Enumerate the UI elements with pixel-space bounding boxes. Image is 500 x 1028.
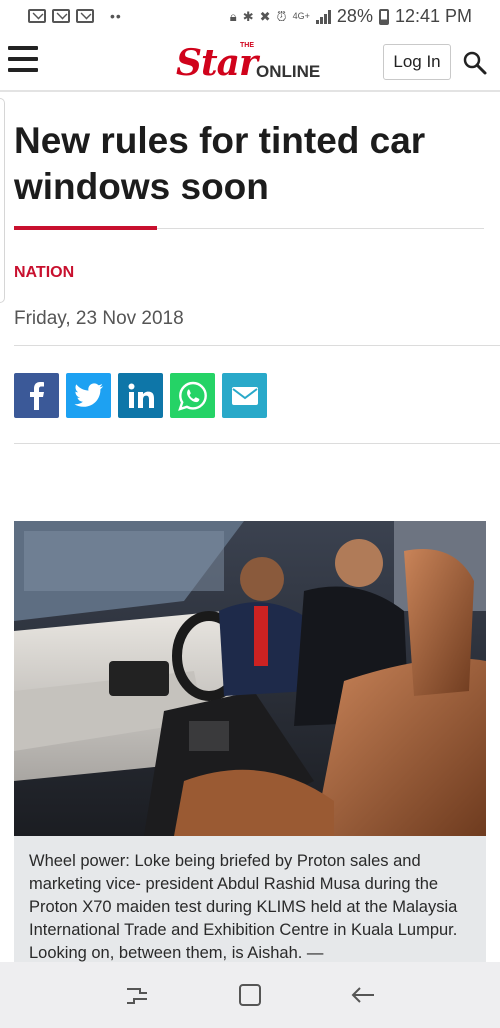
more-notifications-icon: •• <box>110 8 122 24</box>
email-notification-icon <box>52 9 70 23</box>
search-icon[interactable] <box>462 50 488 76</box>
mute-icon: ✖ <box>259 8 271 24</box>
car-interior-photo <box>14 521 486 836</box>
side-drawer-handle[interactable] <box>0 98 5 303</box>
site-logo[interactable]: THE Star ONLINE <box>176 40 326 86</box>
photo-caption: Wheel power: Loke being briefed by Proto… <box>14 836 486 964</box>
network-type: 4G+ <box>292 11 310 21</box>
email-icon <box>231 386 258 405</box>
logo-online-text: ONLINE <box>256 62 321 81</box>
notification-icons: •• <box>28 8 122 24</box>
recent-apps-icon[interactable] <box>122 980 152 1010</box>
lock-icon: 🔒︎ <box>229 8 237 24</box>
facebook-share-button[interactable] <box>14 373 59 418</box>
status-bar: •• 🔒︎ ✱ ✖ ⏰︎ 4G+ 28% 12:41 PM <box>0 0 500 34</box>
system-indicators: 🔒︎ ✱ ✖ ⏰︎ 4G+ 28% 12:41 PM <box>230 6 472 27</box>
divider <box>14 443 500 444</box>
battery-icon <box>378 8 389 25</box>
site-header: THE Star ONLINE Log In <box>0 34 500 92</box>
email-share-button[interactable] <box>222 373 267 418</box>
home-icon[interactable] <box>235 980 265 1010</box>
headline-accent-bar <box>14 226 157 230</box>
whatsapp-share-button[interactable] <box>170 373 215 418</box>
share-buttons <box>14 373 267 418</box>
login-button[interactable]: Log In <box>383 44 451 80</box>
twitter-share-button[interactable] <box>66 373 111 418</box>
section-label[interactable]: NATION <box>14 264 74 282</box>
linkedin-icon <box>128 383 154 408</box>
clock: 12:41 PM <box>394 6 472 26</box>
linkedin-share-button[interactable] <box>118 373 163 418</box>
android-navigation-bar <box>0 962 500 1028</box>
logo-star-text: Star <box>176 42 258 84</box>
publish-date: Friday, 23 Nov 2018 <box>14 308 184 329</box>
email-notification-icon <box>76 9 94 23</box>
divider <box>14 345 500 346</box>
twitter-icon <box>74 382 103 407</box>
menu-icon[interactable] <box>8 46 38 72</box>
email-notification-icon <box>28 9 46 23</box>
battery-percent: 28% <box>336 6 373 26</box>
facebook-icon <box>29 381 44 410</box>
alarm-icon: ⏰︎ <box>276 8 287 24</box>
bluetooth-icon: ✱ <box>242 8 254 24</box>
whatsapp-icon <box>177 381 207 411</box>
back-icon[interactable] <box>348 980 378 1010</box>
article-headline: New rules for tinted car windows soon <box>14 120 426 207</box>
signal-icon <box>315 9 331 24</box>
article-photo[interactable] <box>14 521 486 836</box>
